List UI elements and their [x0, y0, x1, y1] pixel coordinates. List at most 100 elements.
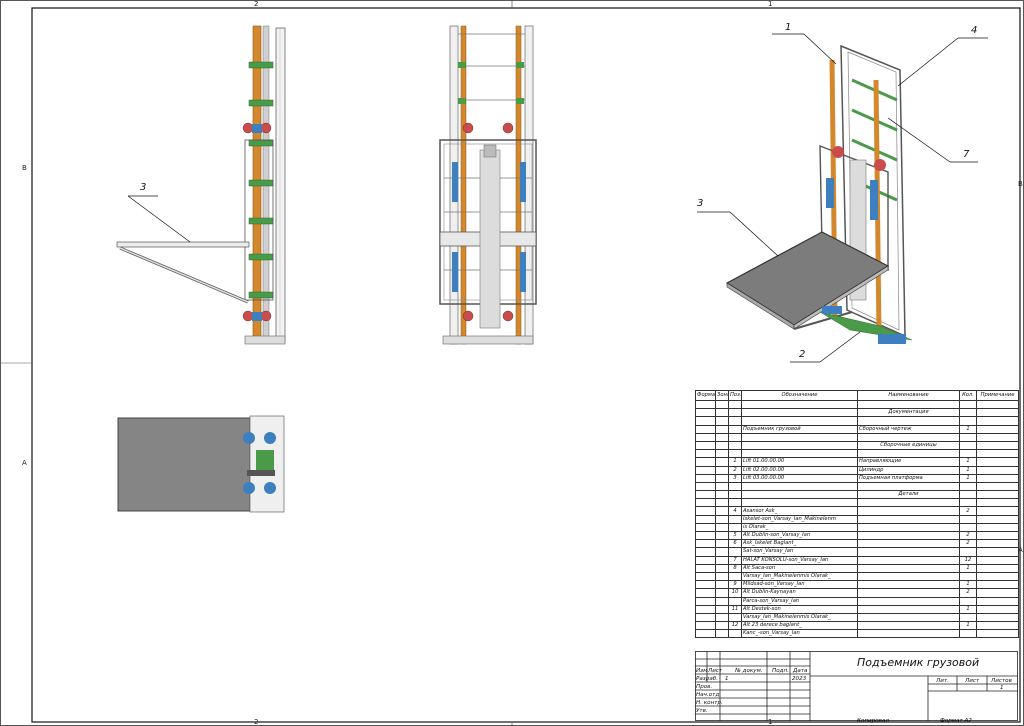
header-designation: Обозначение: [741, 390, 858, 401]
spec-cell: [715, 563, 729, 573]
spec-cell: [857, 563, 960, 573]
spec-cell: [715, 596, 729, 606]
spec-cell: 1: [959, 604, 977, 614]
spec-cell: [857, 399, 960, 410]
spec-cell: [695, 539, 716, 549]
spec-cell: 8: [728, 563, 742, 573]
spec-cell: [976, 473, 1019, 483]
list-label: Лист: [965, 678, 980, 684]
spec-cell: 1: [959, 457, 977, 467]
spec-cell: [857, 596, 960, 606]
spec-row: 6 Ask_Iskelet Baglant_ 2: [695, 539, 1019, 549]
spec-cell: [959, 449, 977, 459]
spec-cell: Varsay_Ian_Makinelenmis Olarak_: [741, 612, 858, 623]
spec-cell: [728, 399, 742, 410]
callout-7: 7: [963, 149, 970, 160]
spec-row: [695, 416, 1019, 426]
spec-cell: Alt Saca-son: [741, 563, 858, 573]
spec-cell: Alt Destek-son: [741, 604, 858, 614]
spec-cell: [976, 490, 1019, 500]
spec-cell: 1: [959, 465, 977, 475]
spec-cell: [695, 432, 716, 442]
callout-2: 2: [799, 349, 805, 360]
spec-cell: Kanc_-son_Varsay_Ian: [741, 629, 858, 639]
spec-cell: [741, 481, 858, 492]
spec-cell: [728, 440, 742, 451]
spec-cell: [976, 514, 1019, 524]
spec-cell: 2: [959, 506, 977, 516]
spec-cell: [715, 449, 729, 459]
spec-cell: 7: [728, 555, 742, 565]
spec-cell: [695, 457, 716, 467]
spec-cell: [728, 571, 742, 582]
spec-cell: [857, 555, 960, 565]
spec-row: 9 Mildsad-son_Varsay_Ian 1: [695, 580, 1019, 590]
spec-cell: 12: [728, 621, 742, 631]
spec-cell: 1: [959, 563, 977, 573]
spec-cell: Parca-son_Varsay_Ian: [741, 596, 858, 606]
spec-cell: [695, 481, 716, 492]
spec-cell: Lift 03.00.00.00: [741, 473, 858, 483]
spec-header-row: Формат Зона Поз. Обозначение Наименовани…: [695, 390, 1019, 401]
spec-cell: [695, 629, 716, 639]
spec-cell: [959, 399, 977, 410]
spec-row: [695, 498, 1019, 508]
spec-cell: [715, 440, 729, 451]
spec-cell: [976, 481, 1019, 492]
top-view: [117, 415, 285, 513]
spec-cell: [695, 563, 716, 573]
spec-cell: 12: [959, 555, 977, 565]
spec-cell: [728, 449, 742, 459]
spec-cell: [976, 457, 1019, 467]
spec-cell: [715, 506, 729, 516]
spec-row: Varsay_Ian_Makinelenmis Olarak_: [695, 612, 1019, 623]
spec-cell: [695, 440, 716, 451]
spec-cell: [715, 571, 729, 582]
spec-cell: [976, 539, 1019, 549]
spec-cell: [715, 629, 729, 639]
col-docnum: № докум.: [735, 668, 763, 674]
row-utv: Утв.: [696, 708, 708, 714]
header-format: Формат: [695, 390, 716, 401]
spec-row: Parca-son_Varsay_Ian: [695, 596, 1019, 606]
spec-cell: [695, 506, 716, 516]
spec-row: is Olarak_: [695, 522, 1019, 533]
spec-row: 10 Alt Dublin-Kaynayan 2: [695, 588, 1019, 598]
spec-cell: [695, 449, 716, 459]
spec-cell: [857, 621, 960, 631]
spec-cell: [715, 555, 729, 565]
spec-cell: [715, 457, 729, 467]
spec-cell: [741, 449, 858, 459]
date-cell: 2023: [792, 676, 807, 682]
spec-cell: 10: [728, 588, 742, 598]
spec-cell: Iskelet-son_Varsay_Ian_Makinelenm: [741, 514, 858, 524]
col-sign: Подп.: [772, 668, 789, 674]
spec-row: Сборочные единицы: [695, 440, 1019, 451]
spec-cell: [728, 416, 742, 426]
spec-cell: [715, 490, 729, 500]
spec-cell: 9: [728, 580, 742, 590]
spec-cell: [695, 571, 716, 582]
spec-row: 3 Lift 03.00.00.00 Подъемная платформа 1: [695, 473, 1019, 483]
spec-cell: [857, 588, 960, 598]
spec-cell: [976, 530, 1019, 541]
spec-cell: [695, 596, 716, 606]
spec-row: Varsay_Ian_Makinelenmis Olarak_: [695, 571, 1019, 582]
spec-cell: [695, 490, 716, 500]
spec-cell: Alt Dublin-Kaynayan: [741, 588, 858, 598]
spec-cell: [715, 530, 729, 541]
spec-cell: 2: [959, 539, 977, 549]
spec-cell: [741, 440, 858, 451]
spec-cell: 2: [728, 465, 742, 475]
spec-cell: [728, 514, 742, 524]
spec-cell: 11: [728, 604, 742, 614]
spec-cell: is Olarak_: [741, 522, 858, 533]
spec-cell: [715, 612, 729, 623]
callout-1: 1: [785, 22, 791, 33]
spec-row: Sat-son_Varsay_Ian: [695, 547, 1019, 557]
col-date: Дата: [793, 668, 808, 674]
title-block: Подъемник грузовой Изм Лист № докум. Под…: [695, 651, 1018, 719]
lit-label: Лит.: [936, 678, 949, 684]
spec-cell: 2: [959, 530, 977, 541]
header-note: Примечание: [976, 390, 1019, 401]
